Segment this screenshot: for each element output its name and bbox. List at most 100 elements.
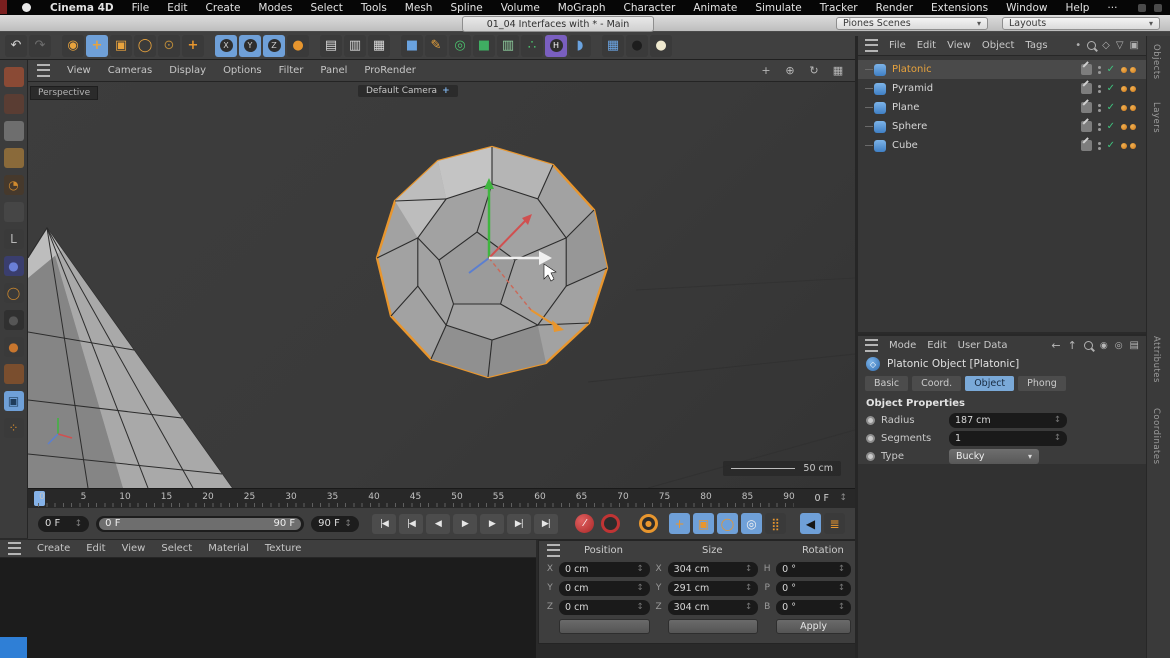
render-picture-viewer-icon[interactable]: ▥ — [344, 35, 366, 57]
tab-object[interactable]: Object — [965, 376, 1014, 391]
axis-lock-x-icon[interactable]: X — [215, 35, 237, 57]
material-menu-create[interactable]: Create — [37, 543, 70, 554]
pan-view-icon[interactable]: + — [758, 63, 774, 79]
object-manager-menu-object[interactable]: Object — [982, 40, 1015, 51]
rotation-h-field[interactable]: 0 °↕ — [776, 562, 851, 577]
visibility-dots-icon[interactable] — [1098, 123, 1101, 131]
radius-field[interactable]: 187 cm ↕ — [949, 413, 1067, 428]
object-manager-menu-file[interactable]: File — [889, 40, 906, 51]
vertical-tab-layers[interactable]: Layers — [1151, 102, 1161, 133]
coordinate-system-icon[interactable]: ● — [287, 35, 309, 57]
palette-axis-tool-icon[interactable]: ⁘ — [4, 418, 24, 438]
scenes-dropdown[interactable]: Piones Scenes ▾ — [836, 17, 988, 30]
menubar-item-volume[interactable]: Volume — [492, 2, 549, 14]
object-row-cube[interactable]: Cube✓ — [858, 136, 1146, 155]
object-row-pyramid[interactable]: Pyramid✓ — [858, 79, 1146, 98]
tab-basic[interactable]: Basic — [865, 376, 908, 391]
back-arrow-icon[interactable]: ← — [1051, 339, 1060, 352]
stepper-icon[interactable]: ↕ — [1054, 415, 1061, 425]
path-icon[interactable]: ◇ — [1102, 40, 1110, 51]
goto-next-key-button[interactable]: ▶| — [507, 514, 531, 534]
stepper-icon[interactable]: ↕ — [838, 583, 845, 593]
menubar-item-render[interactable]: Render — [867, 2, 922, 14]
enabled-check-icon[interactable]: ✓ — [1107, 140, 1115, 151]
status-icon[interactable] — [1138, 4, 1146, 12]
attribute-menu-edit[interactable]: Edit — [927, 340, 946, 351]
sound-toggle[interactable]: ◀ — [800, 513, 821, 534]
object-manager-menu-tags[interactable]: Tags — [1025, 40, 1047, 51]
visibility-dots-icon[interactable] — [1098, 66, 1101, 74]
palette-spline-arc-tool-icon[interactable]: ◔ — [4, 175, 24, 195]
menubar-item-tools[interactable]: Tools — [352, 2, 396, 14]
rotation-b-field[interactable]: 0 °↕ — [776, 600, 851, 615]
stepper-icon[interactable]: ↕ — [636, 583, 643, 593]
enabled-check-icon[interactable]: ✓ — [1107, 64, 1115, 75]
coord-size-dropdown[interactable] — [668, 619, 759, 634]
menubar-item-help[interactable]: Help — [1056, 2, 1098, 14]
position-y-field[interactable]: 0 cm↕ — [559, 581, 650, 596]
view-label[interactable]: Perspective — [30, 86, 98, 100]
stepper-icon[interactable]: ↕ — [745, 564, 752, 574]
keyframe-bars-toggle[interactable]: ≣ — [824, 513, 845, 534]
subdivision-surface-icon[interactable]: ◎ — [449, 35, 471, 57]
menubar-item-select[interactable]: Select — [302, 2, 352, 14]
coord-mode-dropdown[interactable] — [559, 619, 650, 634]
viewport-menu-prorender[interactable]: ProRender — [364, 65, 415, 76]
material-menu-view[interactable]: View — [122, 543, 146, 554]
move-tool-icon[interactable]: + — [86, 35, 108, 57]
symmetry-icon[interactable]: H — [545, 35, 567, 57]
keyframe-pla-toggle[interactable]: ◎ — [741, 513, 762, 534]
render-settings-icon[interactable]: ▦ — [368, 35, 390, 57]
menubar-item-file[interactable]: File — [123, 2, 159, 14]
vertical-tab-attributes[interactable]: Attributes — [1151, 336, 1161, 383]
menubar-item-spline[interactable]: Spline — [441, 2, 491, 14]
menubar-item-mograph[interactable]: MoGraph — [549, 2, 615, 14]
stepper-icon[interactable]: ↕ — [636, 602, 643, 612]
generators-icon[interactable]: ■ — [473, 35, 495, 57]
hamburger-icon[interactable] — [8, 542, 21, 555]
palette-clay-tool-icon[interactable] — [4, 364, 24, 384]
palette-sphere-tool-icon[interactable]: ● — [4, 256, 24, 276]
layer-chip-icon[interactable] — [1081, 140, 1092, 151]
size-z-field[interactable]: 304 cm↕ — [668, 600, 759, 615]
next-frame-button[interactable]: ▶ — [480, 514, 504, 534]
play-button[interactable]: ▶ — [453, 514, 477, 534]
menubar-item-edit[interactable]: Edit — [158, 2, 196, 14]
palette-brush-tool-icon[interactable] — [4, 94, 24, 114]
menubar-item-create[interactable]: Create — [197, 2, 250, 14]
light-icon[interactable]: ● — [650, 35, 672, 57]
prev-frame-button[interactable]: ◀ — [426, 514, 450, 534]
type-dropdown[interactable]: Bucky ▾ — [949, 449, 1039, 464]
position-x-field[interactable]: 0 cm↕ — [559, 562, 650, 577]
attribute-menu-mode[interactable]: Mode — [889, 340, 916, 351]
stepper-icon[interactable]: ↕ — [745, 602, 752, 612]
viewport-menu-view[interactable]: View — [67, 65, 91, 76]
visibility-dots-icon[interactable] — [1098, 104, 1101, 112]
palette-blob-tool-icon[interactable]: ● — [4, 337, 24, 357]
hamburger-icon[interactable] — [865, 39, 878, 52]
menubar-item-item[interactable]: ··· — [1098, 2, 1126, 14]
viewport-canvas[interactable]: Perspective Default Camera + 50 cm — [28, 82, 855, 488]
size-x-field[interactable]: 304 cm↕ — [668, 562, 759, 577]
zoom-view-icon[interactable]: ⊕ — [782, 63, 798, 79]
goto-start-button[interactable]: |◀ — [372, 514, 396, 534]
position-z-field[interactable]: 0 cm↕ — [559, 600, 650, 615]
frame-range-slider[interactable]: 0 F 90 F — [96, 516, 304, 532]
keyframe-rotation-toggle[interactable]: ◯ — [717, 513, 738, 534]
end-frame-field[interactable]: 90 F ↕ — [311, 516, 359, 532]
attribute-menu-user-data[interactable]: User Data — [958, 340, 1008, 351]
tag-dots-icon[interactable] — [1121, 105, 1136, 111]
stepper-icon[interactable]: ↕ — [75, 519, 83, 529]
vertical-tab-coordinates[interactable]: Coordinates — [1151, 408, 1161, 465]
hamburger-icon[interactable] — [37, 64, 50, 77]
autokey-button[interactable]: ● — [639, 514, 658, 533]
palette-extrude-tool-icon[interactable]: ▣ — [4, 391, 24, 411]
panel-corner-tab[interactable] — [0, 637, 27, 658]
tag-dots-icon[interactable] — [1121, 67, 1136, 73]
render-view-icon[interactable]: ▤ — [320, 35, 342, 57]
lock-icon[interactable]: ◉ — [1100, 341, 1108, 351]
rotate-tool-icon[interactable]: ◯ — [134, 35, 156, 57]
layouts-dropdown[interactable]: Layouts ▾ — [1002, 17, 1160, 30]
status-icon[interactable] — [1154, 4, 1162, 12]
stepper-icon[interactable]: ↕ — [344, 519, 352, 529]
